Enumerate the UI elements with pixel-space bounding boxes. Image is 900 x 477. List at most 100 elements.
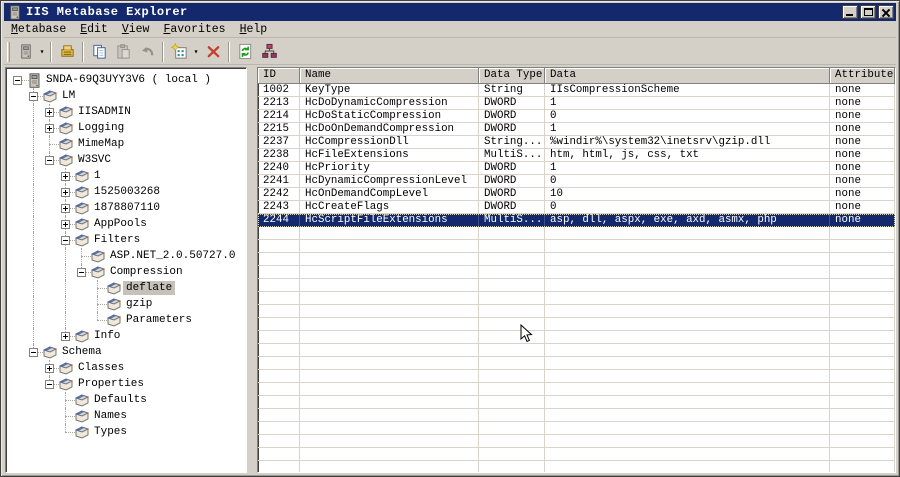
collapse-minus-icon[interactable]	[61, 236, 70, 245]
title-bar[interactable]: IIS Metabase Explorer	[4, 3, 896, 21]
maximize-button[interactable]	[860, 5, 876, 19]
tree-item-asp-net-2-0-50727-0[interactable]: ASP.NET_2.0.50727.0	[6, 248, 246, 264]
collapse-minus-icon[interactable]	[29, 92, 38, 101]
tree-item-compression[interactable]: Compression	[6, 264, 246, 280]
property-row[interactable]: 2240 HcPriority DWORD 1 none	[258, 162, 895, 175]
dropdown-caret-icon[interactable]: ▾	[37, 41, 47, 63]
panel-splitter[interactable]	[247, 67, 257, 473]
column-header-data-type[interactable]: Data Type	[479, 68, 545, 84]
property-row[interactable]: 2238 HcFileExtensions MultiS... htm, html, …	[258, 149, 895, 162]
toolbar: ▾ ▾	[4, 39, 896, 65]
cell-id	[258, 357, 300, 370]
collapse-minus-icon[interactable]	[29, 348, 38, 357]
tree-item-iisadmin[interactable]: IISADMIN	[6, 104, 246, 120]
menu-item-help[interactable]: Help	[233, 22, 275, 37]
cell-id	[258, 448, 300, 461]
cell-data	[545, 448, 830, 461]
cell-attributes	[830, 279, 895, 292]
undo-button[interactable]	[135, 41, 159, 63]
refresh-button[interactable]	[233, 41, 257, 63]
property-row[interactable]: 2237 HcCompressionDll String... %windir%\sy…	[258, 136, 895, 149]
new-key-button[interactable]	[167, 41, 191, 63]
property-row[interactable]: 2242 HcOnDemandCompLevel DWORD 10 none	[258, 188, 895, 201]
expand-plus-icon[interactable]	[45, 364, 54, 373]
tree-item-schema[interactable]: Schema	[6, 344, 246, 360]
tree-item-snda-69q3uyy3v6-local-[interactable]: SNDA-69Q3UYY3V6 ( local )	[6, 72, 246, 88]
expand-plus-icon[interactable]	[45, 108, 54, 117]
menu-item-edit[interactable]: Edit	[73, 22, 115, 37]
tree-item-logging[interactable]: Logging	[6, 120, 246, 136]
metabase-key-icon	[58, 137, 74, 151]
expand-plus-icon[interactable]	[61, 204, 70, 213]
tree-item-names[interactable]: Names	[6, 408, 246, 424]
property-row[interactable]: 2215 HcDoOnDemandCompression DWORD 1 none	[258, 123, 895, 136]
cell-attributes	[830, 266, 895, 279]
tree-item-types[interactable]: Types	[6, 424, 246, 440]
empty-row	[258, 357, 895, 370]
cell-name: HcFileExtensions	[300, 149, 479, 162]
expand-plus-icon[interactable]	[61, 188, 70, 197]
tree-item-info[interactable]: Info	[6, 328, 246, 344]
empty-row	[258, 227, 895, 240]
menu-item-metabase[interactable]: Metabase	[4, 22, 73, 37]
cell-name: HcScriptFileExtensions	[300, 214, 479, 227]
property-row[interactable]: 2213 HcDoDynamicCompression DWORD 1 none	[258, 97, 895, 110]
cell-data: %windir%\system32\inetsrv\gzip.dll	[545, 136, 830, 149]
grid-header-row: ID Name Data Type Data Attributes	[258, 68, 895, 84]
menu-item-view[interactable]: View	[115, 22, 157, 37]
collapse-minus-icon[interactable]	[45, 380, 54, 389]
tree-item-1[interactable]: 1	[6, 168, 246, 184]
property-row[interactable]: 1002 KeyType String IIsCompressionScheme non…	[258, 84, 895, 97]
expand-plus-icon[interactable]	[61, 220, 70, 229]
tree-item-deflate[interactable]: deflate	[6, 280, 246, 296]
tree-item-1525003268[interactable]: 1525003268	[6, 184, 246, 200]
cell-id: 1002	[258, 84, 300, 97]
metabase-key-icon	[74, 217, 90, 231]
tree-item-defaults[interactable]: Defaults	[6, 392, 246, 408]
tree-item-mimemap[interactable]: MimeMap	[6, 136, 246, 152]
tree-item-w3svc[interactable]: W3SVC	[6, 152, 246, 168]
expand-plus-icon[interactable]	[61, 172, 70, 181]
empty-row	[258, 422, 895, 435]
cell-id	[258, 344, 300, 357]
property-row[interactable]: 2214 HcDoStaticCompression DWORD 0 none	[258, 110, 895, 123]
property-row[interactable]: 2244 HcScriptFileExtensions MultiS... asp, …	[258, 214, 895, 227]
collapse-minus-icon[interactable]	[13, 76, 22, 85]
view-hierarchy-button[interactable]	[257, 41, 281, 63]
cell-attributes	[830, 461, 895, 472]
cell-name	[300, 240, 479, 253]
collapse-minus-icon[interactable]	[77, 268, 86, 277]
cell-attributes: none	[830, 214, 895, 227]
delete-button[interactable]	[201, 41, 225, 63]
tree-item-filters[interactable]: Filters	[6, 232, 246, 248]
property-row[interactable]: 2243 HcCreateFlags DWORD 0 none	[258, 201, 895, 214]
tree-item-gzip[interactable]: gzip	[6, 296, 246, 312]
tree-item-1878807110[interactable]: 1878807110	[6, 200, 246, 216]
minimize-button[interactable]	[842, 5, 858, 19]
export-button[interactable]	[55, 41, 79, 63]
tree-item-label: ASP.NET_2.0.50727.0	[110, 250, 236, 262]
column-header-data[interactable]: Data	[545, 68, 830, 84]
tree-item-label: Properties	[78, 378, 145, 390]
expand-plus-icon[interactable]	[61, 332, 70, 341]
tree-item-parameters[interactable]: Parameters	[6, 312, 246, 328]
property-row[interactable]: 2241 HcDynamicCompressionLevel DWORD 0 none	[258, 175, 895, 188]
copy-button[interactable]	[87, 41, 111, 63]
collapse-minus-icon[interactable]	[45, 156, 54, 165]
column-header-id[interactable]: ID	[258, 68, 300, 84]
expand-plus-icon[interactable]	[45, 124, 54, 133]
column-header-attributes[interactable]: Attributes	[830, 68, 895, 84]
connect-computer-button[interactable]	[13, 41, 37, 63]
menu-item-favorites[interactable]: Favorites	[156, 22, 232, 37]
paste-button[interactable]	[111, 41, 135, 63]
toolbar-grip[interactable]	[7, 41, 10, 62]
close-button[interactable]	[878, 5, 894, 19]
tree-item-properties[interactable]: Properties	[6, 376, 246, 392]
cell-data-type	[479, 448, 545, 461]
tree-item-lm[interactable]: LM	[6, 88, 246, 104]
tree-item-classes[interactable]: Classes	[6, 360, 246, 376]
tree-item-apppools[interactable]: AppPools	[6, 216, 246, 232]
column-header-name[interactable]: Name	[300, 68, 479, 84]
metabase-key-icon	[106, 281, 122, 295]
dropdown-caret-icon[interactable]: ▾	[191, 41, 201, 63]
